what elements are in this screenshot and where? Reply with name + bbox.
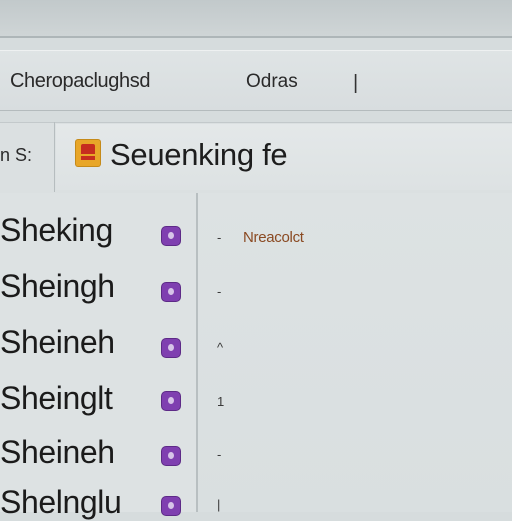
row-marker: - xyxy=(217,230,222,245)
list-item[interactable]: Sheineh xyxy=(0,434,115,471)
list-item[interactable]: Sheinglt xyxy=(0,380,113,417)
status-badge-icon xyxy=(162,227,180,245)
list-item[interactable]: Sheking xyxy=(0,212,113,249)
status-badge-icon xyxy=(162,339,180,357)
menubar-item[interactable]: Odras xyxy=(246,71,298,93)
search-divider xyxy=(54,122,55,192)
row-marker: 1 xyxy=(217,394,225,409)
row-marker: | xyxy=(217,497,221,512)
search-value[interactable]: Seuenking fe xyxy=(110,137,288,173)
detail-text: Nreacolct xyxy=(243,229,304,246)
menubar-separator: | xyxy=(353,72,359,94)
list-item[interactable]: Shelnglu xyxy=(0,484,122,521)
status-badge-icon xyxy=(162,497,180,515)
row-marker: ^ xyxy=(217,340,224,355)
search-label: n S: xyxy=(0,145,33,165)
search-folder-icon xyxy=(76,140,100,166)
status-badge-icon xyxy=(162,447,180,465)
status-badge-icon xyxy=(162,283,180,301)
row-marker: - xyxy=(217,284,222,299)
list-item[interactable]: Sheingh xyxy=(0,268,115,305)
status-badge-icon xyxy=(162,392,180,410)
row-marker: - xyxy=(217,447,222,462)
menubar-title[interactable]: Cheropaclughsd xyxy=(10,70,150,93)
list-item[interactable]: Sheineh xyxy=(0,324,115,361)
window-top-band xyxy=(0,0,512,38)
